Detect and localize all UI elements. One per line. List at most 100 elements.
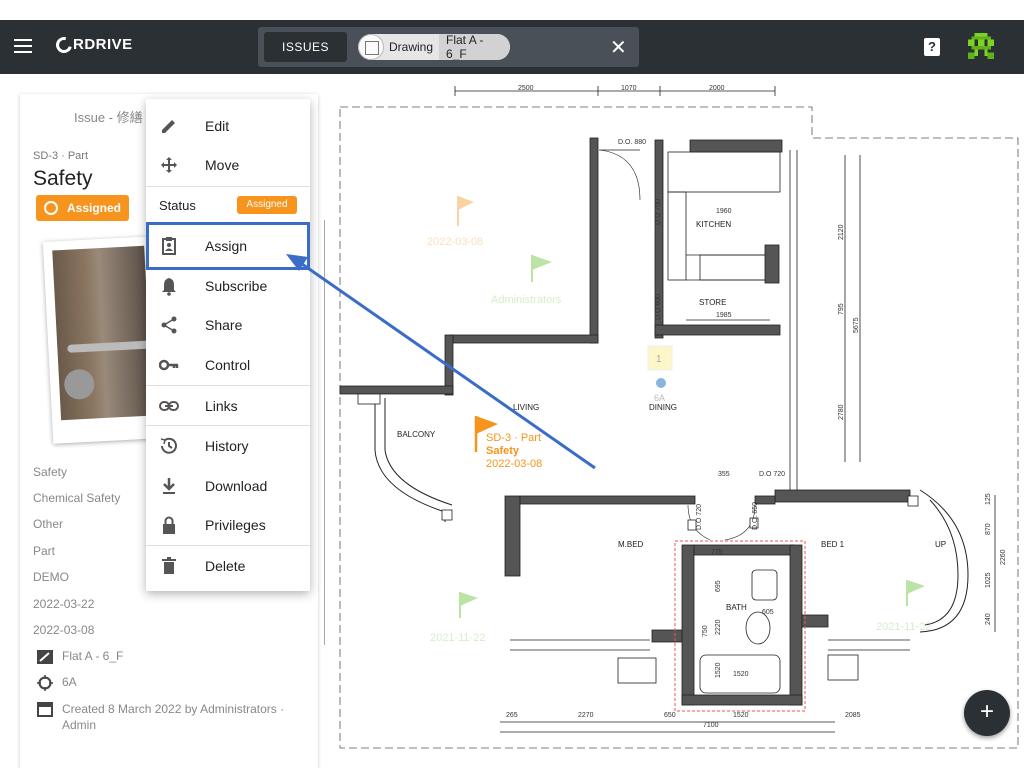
logo-mark-icon <box>53 33 75 56</box>
room-label-bath: BATH <box>726 603 747 612</box>
menu-item-subscribe[interactable]: Subscribe <box>146 266 310 306</box>
marker-label: 6A <box>654 393 665 403</box>
dim-label: 2780 <box>838 404 845 420</box>
room-label-kitchen: KITCHEN <box>696 220 731 229</box>
tab-issues[interactable]: ISSUES <box>264 32 347 62</box>
dim-label: 1520 <box>715 662 722 678</box>
flag-label: 2021-11-22 <box>430 632 485 644</box>
dim-label: D.O. 880 <box>618 139 646 146</box>
active-issue-flag: SD-3 · Part Safety 2022-03-08 <box>474 416 542 470</box>
dim-label: D.O. 650 <box>752 502 759 530</box>
menu-item-delete[interactable]: Delete <box>146 546 310 586</box>
tab-drawing-name: Flat A - 6_F <box>439 34 510 60</box>
user-avatar[interactable] <box>968 33 994 59</box>
meta-project: DEMO <box>33 570 69 584</box>
issue-context-menu: Edit Move Status Assigned Assign Subscri… <box>146 99 310 591</box>
dim-label: 2220 <box>715 619 722 635</box>
menu-item-links[interactable]: Links <box>146 386 310 426</box>
meta-type: Other <box>33 517 64 531</box>
menu-item-move[interactable]: Move <box>146 145 310 185</box>
dim-label: 1960 <box>716 208 732 215</box>
meta-date: 2022-03-08 <box>33 623 95 637</box>
room-label-dining: DINING <box>649 403 677 412</box>
floor-plan: KITCHEN STORE LIVING DINING BALCONY M.BE… <box>324 85 1019 749</box>
room-label-living: LIVING <box>513 403 539 412</box>
link-icon <box>159 401 179 411</box>
flag-label: Administrators <box>491 294 562 306</box>
meta-location[interactable]: 6A <box>36 675 77 691</box>
room-label-bed1: BED 1 <box>821 540 845 549</box>
marker-count: 1 <box>656 354 662 365</box>
close-icon[interactable]: ✕ <box>610 35 627 60</box>
pencil-icon <box>162 120 175 133</box>
issue-flag: 2021-11-22 <box>876 580 931 633</box>
room-label-up: UP <box>935 540 946 549</box>
floor-plan-viewer[interactable]: KITCHEN STORE LIVING DINING BALCONY M.BE… <box>324 80 1024 768</box>
top-bar: RDRIVE ISSUES Drawing Flat A - 6_F ✕ ? <box>0 20 1024 74</box>
status-value-badge[interactable]: Assigned <box>237 196 297 214</box>
history-icon <box>160 437 177 454</box>
flag-label: 2022-03-08 <box>427 236 483 248</box>
dim-label: 125 <box>985 493 992 505</box>
menu-status-row[interactable]: Status Assigned <box>146 191 310 219</box>
status-badge-label: Assigned <box>67 201 122 215</box>
dim-label: D.O 720 <box>696 504 703 530</box>
meta-subcategory: Chemical Safety <box>33 491 121 505</box>
dim-label: 795 <box>838 303 845 315</box>
room-label-mbed: M.BED <box>618 540 644 549</box>
dim-label: 2260 <box>1000 549 1007 565</box>
flag-label: 2021-11-22 <box>876 621 931 633</box>
issue-flag: 2022-03-08 <box>427 196 483 248</box>
drawing-icon <box>37 650 53 664</box>
lock-icon <box>163 516 175 534</box>
dim-label: 2120 <box>838 224 845 240</box>
calendar-icon <box>37 702 53 717</box>
dim-label: 605 <box>762 609 774 616</box>
add-button[interactable]: + <box>964 690 1010 736</box>
dim-label: 775 <box>711 549 723 556</box>
download-icon <box>163 478 175 494</box>
menu-item-history[interactable]: History <box>146 426 310 466</box>
meta-category: Safety <box>33 465 68 479</box>
menu-item-privileges[interactable]: Privileges <box>146 505 310 545</box>
bell-icon <box>162 278 176 296</box>
dim-label: 7100 <box>703 722 719 729</box>
menu-icon[interactable] <box>14 39 32 53</box>
active-issue-ref: SD-3 · Part <box>486 432 541 444</box>
status-label: Status <box>159 198 196 213</box>
dim-label: D.O 600 <box>655 294 662 320</box>
key-icon <box>159 359 179 371</box>
meta-scope: Part <box>33 544 56 558</box>
menu-item-download[interactable]: Download <box>146 466 310 506</box>
active-issue-date: 2022-03-08 <box>486 458 542 470</box>
meta-due-date: 2022-03-22 <box>33 597 95 611</box>
status-badge[interactable]: Assigned <box>36 195 129 221</box>
status-icon <box>44 201 58 215</box>
dim-label: D.O 700 <box>655 199 662 225</box>
dim-label: 695 <box>715 580 722 592</box>
dim-label: 1520 <box>733 712 749 719</box>
dim-label: 1985 <box>716 312 732 319</box>
dim-label: 750 <box>702 625 709 637</box>
issue-heading: Issue - 修繕 <box>74 110 143 125</box>
move-icon <box>161 157 177 173</box>
issue-title: Safety <box>33 167 93 190</box>
dim-label: 2085 <box>845 712 861 719</box>
logo-text: RDRIVE <box>73 36 133 53</box>
menu-item-share[interactable]: Share <box>146 305 310 345</box>
tab-drawing[interactable]: Drawing Flat A - 6_F <box>358 34 510 60</box>
dim-label: 265 <box>506 712 518 719</box>
issue-flag: 2021-11-22 <box>430 592 485 644</box>
app-logo[interactable]: RDRIVE <box>53 33 133 56</box>
issue-ref: SD-3 · Part <box>33 150 89 162</box>
room-label-store: STORE <box>699 298 726 307</box>
help-icon[interactable]: ? <box>924 38 940 56</box>
dim-label: 2500 <box>518 85 534 92</box>
dim-label: 870 <box>985 523 992 535</box>
drawing-thumbnail-icon <box>358 34 384 60</box>
location-target-icon <box>37 675 53 691</box>
meta-drawing[interactable]: Flat A - 6_F <box>36 649 123 665</box>
dim-label: 5675 <box>853 317 860 333</box>
menu-item-edit[interactable]: Edit <box>146 106 310 146</box>
menu-item-control[interactable]: Control <box>146 345 310 385</box>
